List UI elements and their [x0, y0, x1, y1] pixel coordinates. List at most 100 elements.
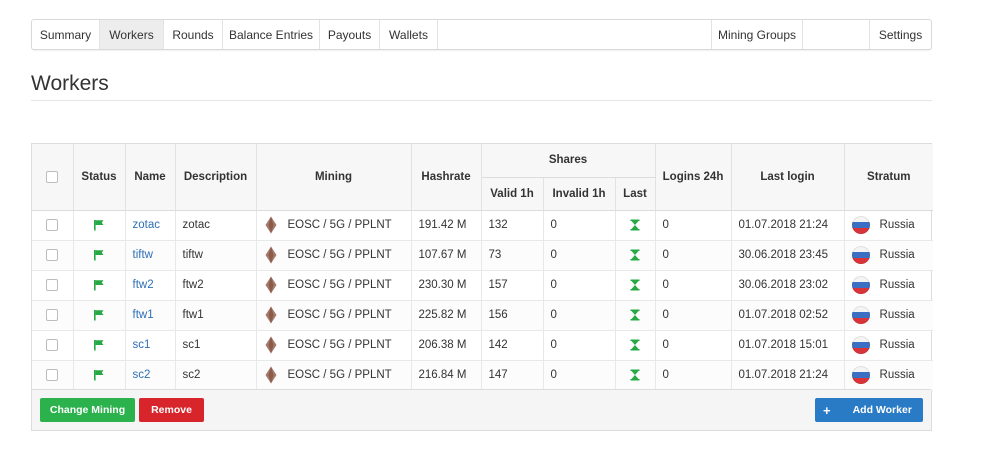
- worker-name-link[interactable]: sc1: [133, 339, 151, 351]
- tab-mining-groups[interactable]: Mining Groups: [712, 20, 803, 49]
- mining-cell: EOSC / 5G / PPLNT: [256, 300, 412, 331]
- row-checkbox[interactable]: [46, 278, 59, 291]
- row-select-cell: [32, 270, 74, 301]
- description-cell: sc2: [175, 360, 257, 391]
- header-last-share[interactable]: Last: [615, 177, 656, 211]
- invalid-shares-cell: 0: [543, 210, 616, 241]
- invalid-shares-cell: 0: [543, 360, 616, 391]
- stratum-label: Russia: [879, 279, 915, 292]
- header-invalid-1h[interactable]: Invalid 1h: [543, 177, 616, 211]
- page-title: Workers: [31, 72, 109, 95]
- last-share-cell: [615, 270, 656, 301]
- russia-flag-icon: [851, 276, 870, 294]
- status-cell: [73, 300, 126, 331]
- eosc-coin-icon: [265, 276, 276, 294]
- table-row[interactable]: sc1 sc1 EOSC / 5G / PPLNT 206.38 M 142 0…: [32, 330, 934, 361]
- change-mining-button[interactable]: Change Mining: [40, 398, 135, 422]
- worker-name-link[interactable]: zotac: [133, 219, 161, 231]
- hourglass-icon: [630, 339, 640, 351]
- description-cell: sc1: [175, 330, 257, 361]
- tab-blank[interactable]: [803, 20, 870, 49]
- table-row[interactable]: zotac zotac EOSC / 5G / PPLNT 191.42 M 1…: [32, 210, 934, 241]
- description-cell: ftw1: [175, 300, 257, 331]
- tab-settings[interactable]: Settings: [870, 20, 931, 49]
- valid-shares-cell: 73: [481, 240, 544, 271]
- header-valid-1h[interactable]: Valid 1h: [481, 177, 544, 211]
- row-checkbox[interactable]: [46, 248, 59, 261]
- tab-wallets[interactable]: Wallets: [380, 20, 438, 49]
- tab-workers[interactable]: Workers: [100, 20, 164, 49]
- hashrate-cell: 230.30 M: [411, 270, 482, 301]
- hourglass-icon: [630, 249, 640, 261]
- logins-cell: 0: [655, 210, 732, 241]
- tab-balance-entries[interactable]: Balance Entries: [223, 20, 320, 49]
- hourglass-icon: [630, 279, 640, 291]
- last-login-cell: 01.07.2018 15:01: [731, 330, 845, 361]
- table-row[interactable]: sc2 sc2 EOSC / 5G / PPLNT 216.84 M 147 0…: [32, 360, 934, 391]
- worker-name-link[interactable]: ftw1: [133, 309, 154, 321]
- header-stratum[interactable]: Stratum: [844, 144, 934, 211]
- header-mining[interactable]: Mining: [256, 144, 412, 211]
- select-all-checkbox[interactable]: [46, 170, 59, 183]
- row-checkbox[interactable]: [46, 368, 59, 381]
- stratum-label: Russia: [879, 219, 915, 232]
- mining-cell: EOSC / 5G / PPLNT: [256, 210, 412, 241]
- worker-name-link[interactable]: sc2: [133, 369, 151, 381]
- hourglass-icon: [630, 309, 640, 321]
- status-cell: [73, 210, 126, 241]
- hourglass-icon: [630, 219, 640, 231]
- mining-cell: EOSC / 5G / PPLNT: [256, 330, 412, 361]
- logins-cell: 0: [655, 300, 732, 331]
- hashrate-cell: 225.82 M: [411, 300, 482, 331]
- eosc-coin-icon: [265, 306, 276, 324]
- row-select-cell: [32, 210, 74, 241]
- logins-cell: 0: [655, 270, 732, 301]
- status-cell: [73, 360, 126, 391]
- stratum-cell: Russia: [844, 270, 934, 301]
- invalid-shares-cell: 0: [543, 270, 616, 301]
- description-cell: ftw2: [175, 270, 257, 301]
- row-select-cell: [32, 240, 74, 271]
- header-last-login[interactable]: Last login: [731, 144, 845, 211]
- last-share-cell: [615, 240, 656, 271]
- header-description[interactable]: Description: [175, 144, 257, 211]
- title-divider: [31, 100, 932, 101]
- header-shares: Shares: [481, 144, 656, 178]
- mining-label: EOSC / 5G / PPLNT: [287, 279, 392, 292]
- table-footer: Change Mining Remove + Add Worker: [32, 389, 931, 430]
- tab-rounds[interactable]: Rounds: [164, 20, 223, 49]
- table-row[interactable]: tiftw tiftw EOSC / 5G / PPLNT 107.67 M 7…: [32, 240, 934, 271]
- row-checkbox[interactable]: [46, 308, 59, 321]
- stratum-cell: Russia: [844, 360, 934, 391]
- table-row[interactable]: ftw2 ftw2 EOSC / 5G / PPLNT 230.30 M 157…: [32, 270, 934, 301]
- header-hashrate[interactable]: Hashrate: [411, 144, 482, 211]
- select-all-cell: [32, 144, 74, 211]
- hashrate-cell: 191.42 M: [411, 210, 482, 241]
- valid-shares-cell: 147: [481, 360, 544, 391]
- name-cell: ftw1: [125, 300, 176, 331]
- add-worker-label: Add Worker: [852, 404, 912, 416]
- row-select-cell: [32, 300, 74, 331]
- hashrate-cell: 216.84 M: [411, 360, 482, 391]
- header-logins-24h[interactable]: Logins 24h: [655, 144, 732, 211]
- tab-bar-spacer: [438, 20, 712, 49]
- add-worker-button[interactable]: + Add Worker: [815, 398, 923, 422]
- status-cell: [73, 270, 126, 301]
- stratum-cell: Russia: [844, 330, 934, 361]
- remove-button[interactable]: Remove: [139, 398, 204, 422]
- last-login-cell: 01.07.2018 21:24: [731, 210, 845, 241]
- workers-panel: Status Name Description Mining Hashrate …: [31, 143, 934, 431]
- table-row[interactable]: ftw1 ftw1 EOSC / 5G / PPLNT 225.82 M 156…: [32, 300, 934, 331]
- row-checkbox[interactable]: [46, 338, 59, 351]
- tab-payouts[interactable]: Payouts: [320, 20, 380, 49]
- worker-name-link[interactable]: tiftw: [133, 249, 153, 261]
- header-name[interactable]: Name: [125, 144, 176, 211]
- flag-icon: [94, 369, 104, 381]
- status-cell: [73, 330, 126, 361]
- header-status[interactable]: Status: [73, 144, 126, 211]
- mining-label: EOSC / 5G / PPLNT: [287, 249, 392, 262]
- row-checkbox[interactable]: [46, 218, 59, 231]
- eosc-coin-icon: [265, 336, 276, 354]
- tab-summary[interactable]: Summary: [32, 20, 100, 49]
- worker-name-link[interactable]: ftw2: [133, 279, 154, 291]
